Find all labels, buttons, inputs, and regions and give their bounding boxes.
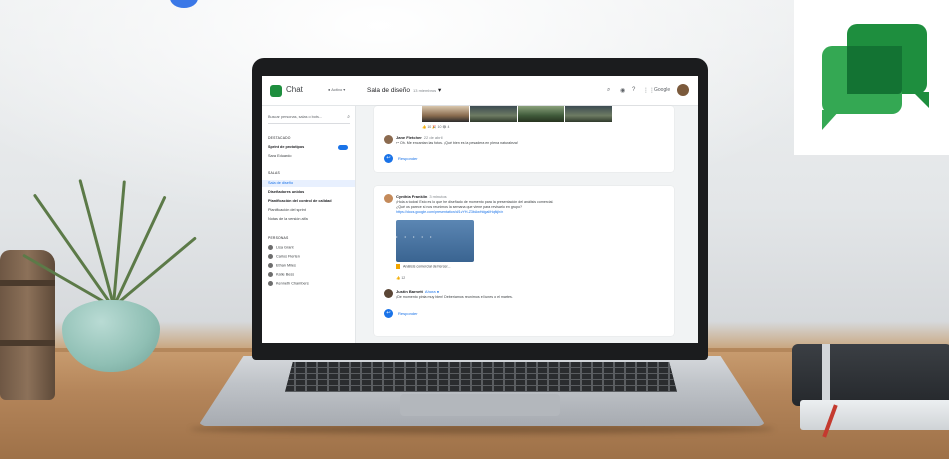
message-time: 3 minutos: [429, 194, 447, 199]
vase-band: [0, 340, 55, 346]
presentation-link[interactable]: https://docs.google.com/presentation/d/1…: [396, 210, 503, 214]
chat-bubble-overlap: [847, 46, 902, 94]
sidebar-item-label: Sprint de prototipos: [268, 145, 305, 149]
section-rooms: SALAS: [268, 171, 280, 175]
thread-card: 👍 10 🎉 10 😂 4 Jane Fletcher 22 de abril ↩…: [374, 106, 674, 172]
message-author: Justin Barnett Ahora ●: [396, 289, 439, 294]
message-text: ¡Hola a todos! Esto es lo que he diseñad…: [396, 200, 554, 204]
sidebar-item-prototype-sprint[interactable]: Sprint de prototipos: [268, 145, 352, 150]
author-name: Jane Fletcher: [396, 135, 422, 140]
sidebar-item-design-room[interactable]: Sala de diseño: [262, 180, 355, 187]
reply-icon[interactable]: ↩: [384, 154, 393, 163]
message-text: ↩ Oh. Me encantan las fotos. ¡Qué bien e…: [396, 141, 518, 145]
person-name: Carlos Flerten: [276, 254, 300, 259]
vase-band: [0, 280, 55, 286]
slides-preview[interactable]: [396, 220, 474, 262]
sidebar-person[interactable]: Carlos Flerten: [268, 254, 352, 259]
message-time: 22 de abril: [423, 135, 443, 140]
room-members: 13 miembros: [413, 88, 437, 93]
reactions[interactable]: 👍 12: [396, 276, 405, 280]
app-title: Chat: [286, 85, 303, 94]
laptop-screen: Chat ● Activo ▾ Sala de diseño 13 miembro…: [262, 76, 698, 343]
avatar: [268, 272, 273, 277]
search-placeholder: Buscar personas, salas o bots...: [268, 115, 323, 119]
chat-bubble-tail: [822, 110, 840, 130]
sidebar-person[interactable]: Katie Bess: [268, 272, 352, 277]
person-name: Kenneth Chambers: [276, 281, 309, 286]
reply-button[interactable]: Responder: [398, 311, 418, 316]
avatar: [268, 263, 273, 268]
trackpad: [400, 394, 560, 416]
reactions[interactable]: 👍 10 🎉 10 😂 4: [422, 125, 449, 129]
reply-button[interactable]: Responder: [398, 156, 418, 161]
avatar: [268, 281, 273, 286]
sidebar-person[interactable]: Kenneth Chambers: [268, 281, 352, 286]
avatar: [268, 254, 273, 259]
carved-vase: [0, 250, 55, 400]
search-icon[interactable]: ⌕: [347, 114, 350, 120]
notebook-stack: [800, 400, 949, 430]
notebook-band: [822, 344, 830, 406]
status-dropdown[interactable]: ● Activo ▾: [328, 87, 345, 92]
message-text: ¡De momento pinta muy bien! Deberíamos r…: [396, 295, 513, 299]
sidebar-item-sprint-planning[interactable]: Planificación del sprint: [268, 208, 352, 212]
avatar: [384, 289, 393, 298]
section-featured: DESTACADO: [268, 136, 291, 140]
photo-thumbnail[interactable]: [565, 106, 612, 122]
settings-icon[interactable]: ◉: [620, 87, 625, 94]
file-attachment[interactable]: Análisis comercial del tercer...: [396, 264, 474, 272]
message-text: ¿Qué os parece si nos reunimos la semana…: [396, 205, 523, 209]
chat-bubble-tail: [913, 92, 929, 108]
conversation-area: 👍 10 🎉 10 😂 4 Jane Fletcher 22 de abril ↩…: [356, 106, 698, 343]
room-title[interactable]: Sala de diseño 13 miembros ▾: [367, 86, 441, 94]
photo-thumbnail[interactable]: [422, 106, 469, 122]
chat-logo-icon: [270, 85, 282, 97]
person-name: Lisa Grant: [276, 245, 294, 250]
notebook: [792, 344, 949, 406]
sidebar-person[interactable]: Ethan Miles: [268, 263, 352, 268]
message-author: Cynthia Franklin 3 minutos: [396, 194, 447, 199]
sidebar-person[interactable]: Lisa Grant: [268, 245, 352, 250]
sidebar-item-sara[interactable]: Sara Eduardo: [268, 154, 352, 158]
reply-icon[interactable]: ↩: [384, 309, 393, 318]
search-icon[interactable]: ⌕: [607, 87, 610, 94]
message-author: Jane Fletcher 22 de abril: [396, 135, 442, 140]
sidebar-item-qa-planning[interactable]: Planificación del control de calidad: [268, 199, 352, 203]
message-time: Ahora ●: [424, 289, 440, 294]
sidebar-item-alpha-notes[interactable]: Notas de la versión alfa: [268, 217, 352, 221]
top-bar: Chat ● Activo ▾ Sala de diseño 13 miembro…: [262, 76, 698, 106]
photo-thumbnail[interactable]: [517, 106, 565, 122]
thread-card: Cynthia Franklin 3 minutos ¡Hola a todos!…: [374, 186, 674, 336]
slides-preview-dots: • • • • •: [396, 234, 435, 239]
sidebar: Buscar personas, salas o bots... ⌕ DESTA…: [262, 106, 356, 343]
photo-strip[interactable]: [422, 106, 612, 122]
file-name: Análisis comercial del tercer...: [403, 264, 451, 269]
account-avatar[interactable]: [677, 84, 689, 96]
person-name: Katie Bess: [276, 272, 295, 277]
author-name: Cynthia Franklin: [396, 194, 428, 199]
search-input[interactable]: Buscar personas, salas o bots... ⌕: [268, 112, 350, 124]
author-name: Justin Barnett: [396, 289, 423, 294]
avatar: [384, 135, 393, 144]
sidebar-item-designers[interactable]: Diseñadores unidos: [268, 190, 352, 194]
photo-scene: Chat ● Activo ▾ Sala de diseño 13 miembro…: [0, 0, 949, 459]
slides-file-icon: [396, 264, 400, 269]
room-name: Sala de diseño: [367, 87, 411, 94]
photo-thumbnail[interactable]: [469, 106, 517, 122]
google-wordmark: Google: [654, 87, 671, 93]
person-name: Ethan Miles: [276, 263, 296, 268]
section-people: PERSONAS: [268, 236, 289, 240]
help-icon[interactable]: ?: [632, 87, 635, 93]
avatar: [268, 245, 273, 250]
avatar: [384, 194, 393, 203]
unread-badge: [338, 145, 348, 150]
keyboard-rows: [285, 362, 677, 392]
